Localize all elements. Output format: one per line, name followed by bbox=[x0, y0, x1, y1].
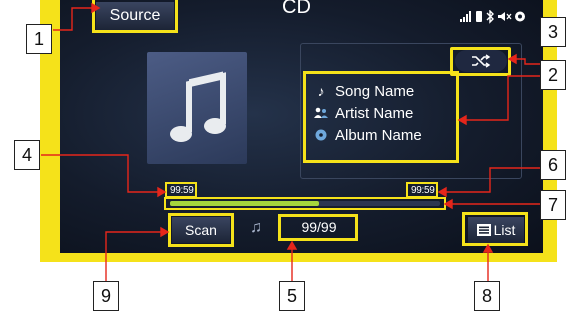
callout-lines-lower bbox=[105, 262, 489, 281]
